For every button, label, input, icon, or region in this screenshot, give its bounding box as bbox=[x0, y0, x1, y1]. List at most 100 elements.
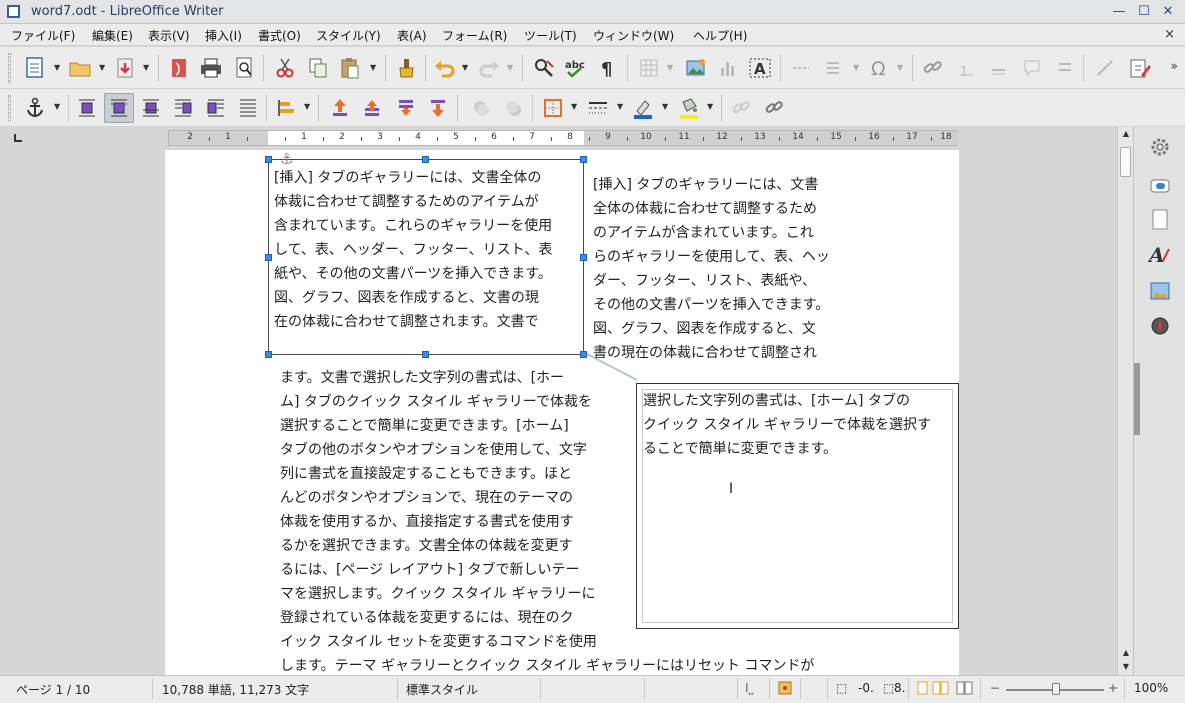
toolbar-grip[interactable] bbox=[8, 95, 11, 121]
sidebar-gallery-icon[interactable] bbox=[1148, 279, 1172, 303]
menu-window[interactable]: ウィンドウ(W) bbox=[593, 27, 674, 44]
special-character-icon[interactable]: Ω bbox=[866, 55, 892, 81]
resize-handle[interactable] bbox=[265, 351, 272, 358]
menu-file[interactable]: ファイル(F) bbox=[11, 27, 75, 44]
insert-mode-icon[interactable]: I⎵ bbox=[745, 681, 753, 696]
resize-handle[interactable] bbox=[580, 156, 587, 163]
link-frames-icon[interactable] bbox=[728, 95, 754, 121]
borders-icon[interactable] bbox=[540, 95, 566, 121]
anchor-icon[interactable] bbox=[22, 95, 48, 121]
scrollbar-thumb[interactable] bbox=[1120, 147, 1131, 177]
horizontal-ruler[interactable]: 2 1 1 2 3 4 5 6 7 8 9 10 11 12 13 14 15 … bbox=[168, 130, 958, 146]
area-fill-icon[interactable] bbox=[676, 95, 702, 121]
to-foreground-icon[interactable] bbox=[468, 95, 494, 121]
frame-anchor-icon[interactable]: ⚓ bbox=[280, 150, 293, 168]
resize-handle[interactable] bbox=[422, 351, 429, 358]
word-count[interactable]: 10,788 単語, 11,273 文字 bbox=[162, 681, 309, 698]
redo-icon[interactable] bbox=[476, 55, 502, 81]
tab-stop-selector[interactable] bbox=[14, 134, 22, 142]
close-document-icon[interactable]: × bbox=[1164, 27, 1175, 42]
wrap-page-icon[interactable] bbox=[104, 93, 134, 123]
save-icon[interactable] bbox=[112, 55, 138, 81]
open-folder-icon[interactable] bbox=[67, 55, 93, 81]
insert-line-icon[interactable] bbox=[1092, 55, 1118, 81]
wrap-through-icon[interactable] bbox=[235, 95, 261, 121]
menu-view[interactable]: 表示(V) bbox=[148, 27, 190, 44]
menu-edit[interactable]: 編集(E) bbox=[92, 27, 133, 44]
insert-field-icon[interactable] bbox=[820, 55, 846, 81]
menu-form[interactable]: フォーム(R) bbox=[442, 27, 507, 44]
cut-icon[interactable] bbox=[272, 55, 298, 81]
print-icon[interactable] bbox=[198, 55, 224, 81]
bring-to-front-icon[interactable] bbox=[327, 95, 353, 121]
menu-tools[interactable]: ツール(T) bbox=[524, 27, 577, 44]
spelling-icon[interactable]: abc bbox=[563, 55, 589, 81]
resize-handle[interactable] bbox=[265, 156, 272, 163]
send-to-back-icon[interactable] bbox=[425, 95, 451, 121]
menu-insert[interactable]: 挿入(I) bbox=[205, 27, 242, 44]
close-window-button[interactable]: ✕ bbox=[1160, 4, 1176, 20]
toolbar-overflow-icon[interactable]: » bbox=[1171, 59, 1178, 73]
endnote-icon[interactable] bbox=[985, 55, 1011, 81]
find-replace-icon[interactable] bbox=[531, 55, 557, 81]
zoom-out-icon[interactable]: − bbox=[990, 681, 1000, 695]
to-background-icon[interactable] bbox=[500, 95, 526, 121]
maximize-button[interactable]: ☐ bbox=[1136, 4, 1152, 20]
sidebar-settings-icon[interactable] bbox=[1148, 135, 1172, 159]
sidebar-properties-icon[interactable] bbox=[1148, 174, 1172, 198]
scroll-up-icon[interactable]: ▲ bbox=[1120, 128, 1132, 140]
resize-handle[interactable] bbox=[422, 156, 429, 163]
print-preview-icon[interactable] bbox=[231, 55, 257, 81]
sidebar-page-icon[interactable] bbox=[1148, 208, 1172, 232]
book-view-icon[interactable] bbox=[956, 681, 974, 698]
back-one-icon[interactable] bbox=[393, 95, 419, 121]
toolbar-grip[interactable] bbox=[8, 53, 11, 83]
wrap-off-icon[interactable] bbox=[74, 95, 100, 121]
clone-formatting-icon[interactable] bbox=[393, 55, 419, 81]
insert-table-icon[interactable] bbox=[636, 55, 662, 81]
page-count[interactable]: ページ 1 / 10 bbox=[16, 681, 90, 698]
zoom-in-icon[interactable]: + bbox=[1108, 681, 1118, 695]
menu-format[interactable]: 書式(O) bbox=[258, 27, 301, 44]
paste-icon[interactable] bbox=[337, 55, 363, 81]
insert-page-break-icon[interactable] bbox=[788, 55, 814, 81]
minimize-button[interactable]: — bbox=[1111, 4, 1127, 20]
show-draw-functions-icon[interactable] bbox=[1127, 55, 1153, 81]
footnote-icon[interactable]: 1 bbox=[953, 55, 979, 81]
zoom-level[interactable]: 100% bbox=[1134, 681, 1168, 695]
undo-icon[interactable] bbox=[432, 55, 458, 81]
wrap-left-icon[interactable] bbox=[170, 95, 196, 121]
sidebar-styles-icon[interactable]: A bbox=[1148, 243, 1172, 267]
resize-handle[interactable] bbox=[265, 254, 272, 261]
single-page-view-icon[interactable] bbox=[917, 681, 929, 698]
frame1-selection-border[interactable] bbox=[268, 159, 584, 355]
export-pdf-icon[interactable] bbox=[166, 55, 192, 81]
zoom-slider-thumb[interactable] bbox=[1052, 683, 1060, 695]
wrap-optimal-icon[interactable] bbox=[138, 95, 164, 121]
forward-one-icon[interactable] bbox=[359, 95, 385, 121]
wrap-right-icon[interactable] bbox=[203, 95, 229, 121]
vertical-scrollbar[interactable]: ▲ ▲ ▼ bbox=[1117, 127, 1133, 675]
copy-icon[interactable] bbox=[305, 55, 331, 81]
new-document-icon[interactable] bbox=[22, 55, 48, 81]
multi-page-view-icon[interactable] bbox=[932, 681, 950, 698]
menu-styles[interactable]: スタイル(Y) bbox=[316, 27, 381, 44]
scroll-up-small-icon[interactable]: ▲ bbox=[1120, 647, 1132, 659]
menu-help[interactable]: ヘルプ(H) bbox=[693, 27, 747, 44]
menu-table[interactable]: 表(A) bbox=[397, 27, 427, 44]
resize-handle[interactable] bbox=[580, 254, 587, 261]
insert-textbox-icon[interactable]: A bbox=[747, 55, 773, 81]
unlink-frames-icon[interactable] bbox=[761, 95, 787, 121]
sidebar-collapse-handle[interactable] bbox=[1134, 363, 1140, 435]
page-style[interactable]: 標準スタイル bbox=[406, 681, 478, 698]
scroll-down-icon[interactable]: ▼ bbox=[1120, 661, 1132, 673]
comment-icon[interactable] bbox=[1019, 55, 1045, 81]
track-changes-icon[interactable] bbox=[1052, 55, 1078, 81]
align-objects-icon[interactable] bbox=[273, 95, 299, 121]
border-color-icon[interactable] bbox=[630, 95, 656, 121]
formatting-marks-icon[interactable]: ¶ bbox=[595, 55, 621, 81]
sidebar-navigator-icon[interactable] bbox=[1148, 314, 1172, 338]
insert-image-icon[interactable] bbox=[683, 55, 709, 81]
hyperlink-icon[interactable] bbox=[920, 55, 946, 81]
border-style-icon[interactable] bbox=[585, 95, 611, 121]
